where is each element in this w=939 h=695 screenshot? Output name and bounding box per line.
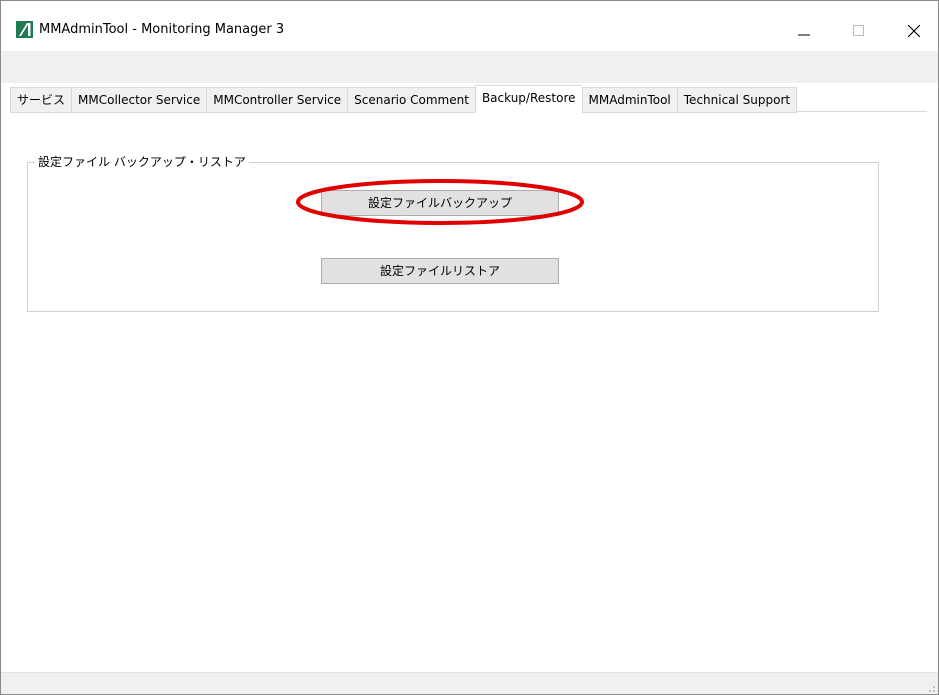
tab-backup-restore[interactable]: Backup/Restore bbox=[474, 85, 582, 113]
status-bar bbox=[1, 672, 938, 694]
minimize-icon bbox=[798, 34, 810, 36]
minimize-button[interactable] bbox=[781, 11, 827, 51]
app-logo-icon bbox=[16, 21, 33, 38]
tab-scenario-comment[interactable]: Scenario Comment bbox=[347, 87, 475, 113]
tab-mmcollector-service[interactable]: MMCollector Service bbox=[71, 87, 207, 113]
tab-technical-support[interactable]: Technical Support bbox=[676, 87, 798, 113]
maximize-button[interactable] bbox=[836, 11, 882, 51]
toolbar-strip bbox=[1, 51, 938, 83]
backup-restore-groupbox bbox=[27, 162, 879, 312]
tab-mmcontroller-service[interactable]: MMController Service bbox=[206, 87, 348, 113]
close-button[interactable] bbox=[891, 11, 937, 51]
tab-mmadmintool[interactable]: MMAdminTool bbox=[581, 87, 677, 113]
restore-settings-button[interactable]: 設定ファイルリストア bbox=[321, 258, 559, 284]
app-window: MMAdminTool - Monitoring Manager 3 サービス … bbox=[0, 0, 939, 695]
resize-grip-icon[interactable] bbox=[926, 683, 936, 693]
window-title: MMAdminTool - Monitoring Manager 3 bbox=[39, 22, 285, 37]
title-bar[interactable]: MMAdminTool - Monitoring Manager 3 bbox=[1, 1, 938, 51]
tab-strip: サービス MMCollector Service MMController Se… bbox=[10, 85, 798, 113]
close-icon bbox=[908, 25, 920, 37]
tab-services[interactable]: サービス bbox=[10, 87, 72, 113]
backup-settings-button[interactable]: 設定ファイルバックアップ bbox=[321, 190, 559, 216]
groupbox-title: 設定ファイル バックアップ・リストア bbox=[35, 153, 249, 170]
maximize-icon bbox=[853, 25, 864, 36]
